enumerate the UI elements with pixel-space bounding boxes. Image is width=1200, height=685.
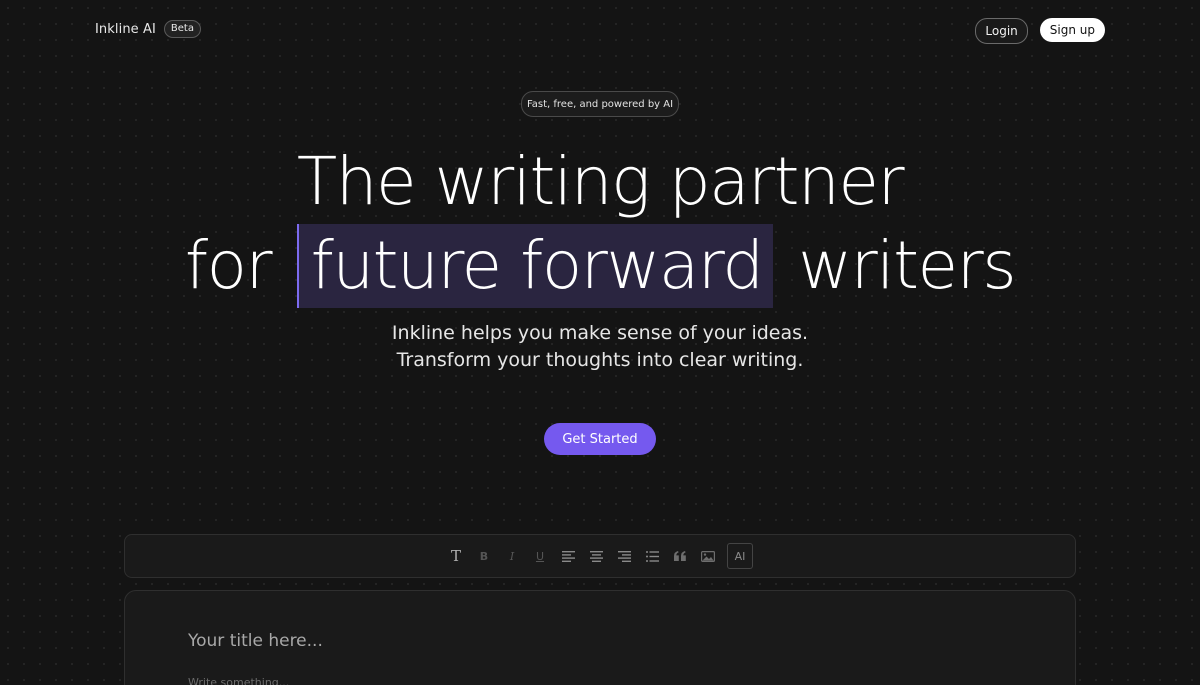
quote-icon[interactable] xyxy=(671,547,689,565)
image-icon[interactable] xyxy=(699,547,717,565)
nav-actions: Login Sign up xyxy=(975,18,1105,44)
brand-name[interactable]: Inkline AI xyxy=(95,22,156,37)
hero-headline: The writing partner for future forward w… xyxy=(0,140,1200,308)
subtitle-line-1: Inkline helps you make sense of your ide… xyxy=(391,322,809,344)
title-input[interactable] xyxy=(188,631,788,651)
body-input[interactable] xyxy=(188,676,788,685)
bullet-list-icon[interactable] xyxy=(643,547,661,565)
headline-pre: for xyxy=(184,227,273,304)
italic-button[interactable]: I xyxy=(503,547,521,565)
editor-panel xyxy=(124,590,1076,685)
brand[interactable]: Inkline AI Beta xyxy=(95,20,201,38)
headline-post: writers xyxy=(798,227,1016,304)
align-center-icon[interactable] xyxy=(587,547,605,565)
login-button[interactable]: Login xyxy=(975,18,1028,44)
editor-toolbar: T B I U AI xyxy=(124,534,1076,578)
align-left-icon[interactable] xyxy=(559,547,577,565)
align-right-icon[interactable] xyxy=(615,547,633,565)
beta-badge: Beta xyxy=(163,20,201,38)
hero-subtitle: Inkline helps you make sense of your ide… xyxy=(0,320,1200,374)
tagline-pill: Fast, free, and powered by AI xyxy=(521,91,679,117)
headline-line-2: for future forward writers xyxy=(184,224,1017,308)
ai-button[interactable]: AI xyxy=(727,543,753,569)
signup-button[interactable]: Sign up xyxy=(1039,18,1105,42)
bold-button[interactable]: B xyxy=(475,547,493,565)
top-nav: Inkline AI Beta Login Sign up xyxy=(0,0,1200,60)
headline-line-1: The writing partner xyxy=(296,143,905,220)
headline-highlight: future forward xyxy=(296,224,773,308)
text-style-button[interactable]: T xyxy=(447,547,465,565)
get-started-button[interactable]: Get Started xyxy=(544,423,656,455)
underline-button[interactable]: U xyxy=(531,547,549,565)
subtitle-line-2: Transform your thoughts into clear writi… xyxy=(396,349,804,371)
